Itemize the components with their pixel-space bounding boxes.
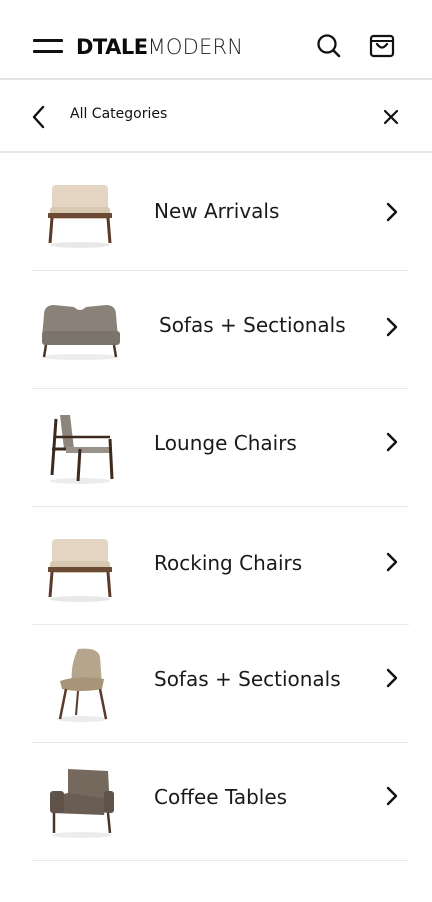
category-label: Sofas + Sectionals — [154, 667, 341, 691]
top-header: DTALE MODERN — [0, 0, 432, 80]
logo-light-text: MODERN — [147, 35, 244, 59]
armchair-beige-thumbnail — [38, 173, 122, 253]
category-label: Rocking Chairs — [154, 551, 303, 575]
category-item-coffee-tables[interactable]: Coffee Tables — [32, 743, 409, 861]
category-item-rocking-chairs[interactable]: Rocking Chairs — [32, 507, 409, 625]
brand-logo[interactable]: DTALE MODERN — [76, 33, 243, 61]
category-item-new-arrivals[interactable]: New Arrivals — [32, 153, 409, 271]
side-chair-tan-thumbnail — [38, 645, 122, 725]
chevron-right-icon — [384, 201, 400, 223]
chevron-right-icon — [384, 551, 400, 573]
hamburger-menu-icon[interactable] — [33, 36, 65, 58]
category-item-sofas-sectionals-2[interactable]: Sofas + Sectionals — [32, 625, 409, 743]
chevron-right-icon — [384, 667, 400, 689]
logo-bold-text: DTALE — [76, 35, 148, 59]
category-label: Lounge Chairs — [154, 431, 297, 455]
category-label: Coffee Tables — [154, 785, 288, 809]
shopping-bag-icon[interactable] — [368, 32, 396, 60]
category-item-lounge-chairs[interactable]: Lounge Chairs — [32, 389, 409, 507]
chevron-left-icon[interactable] — [28, 104, 50, 130]
category-item-sofas-sectionals[interactable]: Sofas + Sectionals — [32, 271, 409, 389]
category-label: Sofas + Sectionals — [159, 313, 346, 337]
category-subheader: All Categories — [0, 80, 432, 153]
lounge-chair-wood-thumbnail — [38, 409, 122, 489]
chevron-right-icon — [384, 316, 400, 338]
chevron-right-icon — [384, 431, 400, 453]
close-icon[interactable] — [380, 106, 402, 128]
armchair-brown-thumbnail — [38, 763, 122, 843]
sofa-grey-thumbnail — [34, 291, 126, 371]
category-list: New Arrivals Sofas + Sectionals Lounge C… — [32, 153, 409, 861]
category-label: New Arrivals — [154, 199, 280, 223]
armchair-beige-thumbnail — [38, 527, 122, 607]
search-icon[interactable] — [315, 32, 343, 60]
chevron-right-icon — [384, 785, 400, 807]
subheader-title: All Categories — [70, 106, 168, 122]
